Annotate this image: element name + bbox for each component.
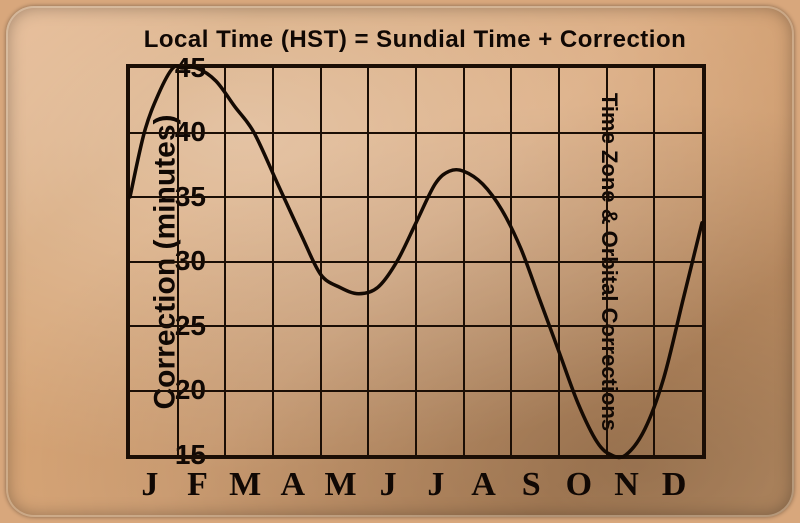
x-tick-month: M: [229, 466, 261, 504]
bronze-plaque: Local Time (HST) = Sundial Time + Correc…: [6, 6, 794, 517]
x-tick-month: A: [281, 466, 306, 504]
x-tick-month: D: [662, 466, 687, 504]
x-tick-month: J: [427, 466, 444, 504]
x-tick-month: J: [380, 466, 397, 504]
x-tick-month: S: [522, 466, 541, 504]
x-axis-month-labels: JFMAMJJASOND: [126, 466, 706, 516]
x-tick-month: A: [471, 466, 496, 504]
correction-curve: [130, 68, 702, 455]
x-tick-month: M: [324, 466, 356, 504]
x-tick-month: F: [187, 466, 208, 504]
x-tick-month: J: [141, 466, 158, 504]
x-tick-month: O: [566, 466, 592, 504]
chart-plot-area: [126, 64, 706, 459]
x-tick-month: N: [614, 466, 639, 504]
chart-title: Local Time (HST) = Sundial Time + Correc…: [116, 26, 714, 54]
